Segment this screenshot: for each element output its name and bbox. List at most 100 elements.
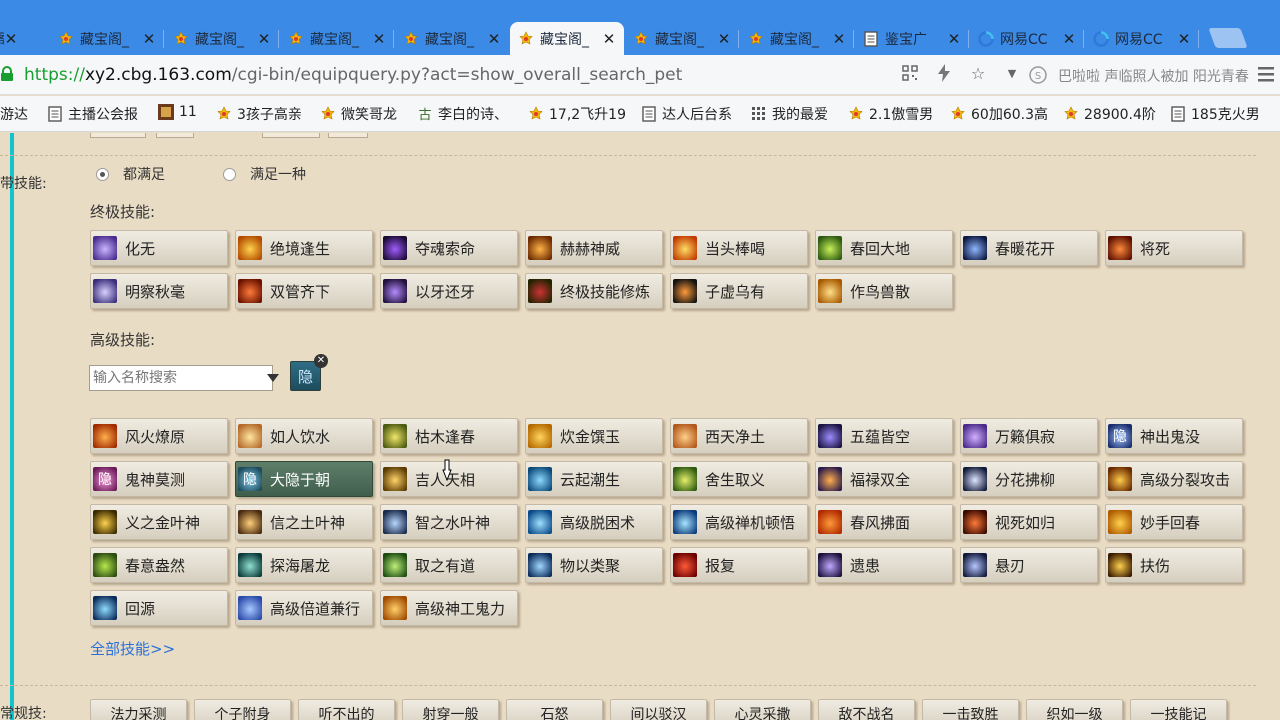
skill-button[interactable]: 高级脱困术 <box>525 504 663 540</box>
bookmark-item[interactable]: 17,2飞升19 <box>528 104 626 124</box>
browser-tab[interactable]: 鉴宝广 ✕ <box>855 22 969 55</box>
skill-button[interactable]: 五蕴皆空 <box>815 418 953 454</box>
close-icon[interactable]: ✕ <box>487 30 501 48</box>
skill-button[interactable]: 春风拂面 <box>815 504 953 540</box>
normal-skill-button[interactable]: 法力采测 <box>90 699 187 720</box>
close-icon[interactable]: ✕ <box>602 30 616 48</box>
tab-partial-left[interactable]: 阁 ✕ <box>0 22 26 55</box>
more-menu-icon[interactable] <box>1256 64 1276 84</box>
browser-tab[interactable]: 网易CC ✕ <box>970 22 1084 55</box>
chevron-down-icon[interactable] <box>267 374 279 382</box>
bookmark-item[interactable]: 主播公会报 <box>47 104 138 124</box>
search-engine-icon[interactable]: S <box>1028 65 1048 85</box>
skill-button[interactable]: 将死 <box>1105 230 1243 266</box>
skill-button[interactable]: 作鸟兽散 <box>815 273 953 309</box>
radio-all-match[interactable]: 都满足 <box>96 164 165 184</box>
bookmark-item[interactable]: 微笑哥龙 <box>320 104 397 124</box>
skill-button[interactable]: 福禄双全 <box>815 461 953 497</box>
browser-tab[interactable]: 网易CC ✕ <box>1085 22 1199 55</box>
skill-button[interactable]: 万籁俱寂 <box>960 418 1098 454</box>
skill-button[interactable]: 夺魂索命 <box>380 230 518 266</box>
skill-button[interactable]: 舍生取义 <box>670 461 808 497</box>
skill-button[interactable]: 子虚乌有 <box>670 273 808 309</box>
radio-dot[interactable] <box>223 167 236 181</box>
skill-button[interactable]: 高级神工鬼力 <box>380 590 518 626</box>
skill-button[interactable]: 云起潮生 <box>525 461 663 497</box>
search-hint[interactable]: 巴啦啦 声临照人被加 阳光青春 <box>1058 66 1249 86</box>
close-icon[interactable]: ✕ <box>1177 30 1191 48</box>
skill-button[interactable]: 赫赫神威 <box>525 230 663 266</box>
chevron-down-icon[interactable]: ▼ <box>1002 63 1022 83</box>
skill-search-combobox[interactable] <box>89 365 279 391</box>
skill-button[interactable]: 春意盎然 <box>90 547 228 583</box>
bookmark-item[interactable]: 3孩子高亲 <box>216 104 302 124</box>
skill-button[interactable]: 明察秋毫 <box>90 273 228 309</box>
bookmark-item[interactable]: 游达 <box>0 104 28 124</box>
skill-button[interactable]: 炊金馔玉 <box>525 418 663 454</box>
close-icon[interactable]: ✕ <box>372 30 386 48</box>
browser-tab[interactable]: 藏宝阁_ ✕ <box>395 22 509 55</box>
bookmark-item[interactable]: 185克火男 <box>1170 104 1260 124</box>
browser-tab[interactable]: 藏宝阁_ ✕ <box>165 22 279 55</box>
close-icon[interactable]: ✕ <box>947 30 961 48</box>
normal-skill-button[interactable]: 一击致胜 <box>922 699 1019 720</box>
skill-button[interactable]: 隐神出鬼没 <box>1105 418 1243 454</box>
skill-button[interactable]: 化无 <box>90 230 228 266</box>
skill-button[interactable]: 探海屠龙 <box>235 547 373 583</box>
close-icon[interactable]: ✕ <box>142 30 156 48</box>
radio-dot[interactable] <box>96 167 109 181</box>
bookmark-item[interactable]: 古李白的诗、 <box>417 104 508 124</box>
skill-button[interactable]: 以牙还牙 <box>380 273 518 309</box>
lightning-icon[interactable] <box>934 63 954 83</box>
skill-button[interactable]: 双管齐下 <box>235 273 373 309</box>
skill-button[interactable]: 信之土叶神 <box>235 504 373 540</box>
skill-button[interactable]: 终极技能修炼 <box>525 273 663 309</box>
skill-button[interactable]: 枯木逢春 <box>380 418 518 454</box>
skill-button[interactable]: 春暖花开 <box>960 230 1098 266</box>
skill-button[interactable]: 分花拂柳 <box>960 461 1098 497</box>
bookmark-item[interactable]: 28900.4阶 <box>1063 104 1156 124</box>
skill-button[interactable]: 春回大地 <box>815 230 953 266</box>
skill-button[interactable]: 义之金叶神 <box>90 504 228 540</box>
bookmark-item[interactable]: 11 <box>158 104 197 120</box>
radio-any-match[interactable]: 满足一种 <box>223 164 306 184</box>
normal-skill-button[interactable]: 敌不战名 <box>818 699 915 720</box>
skill-button[interactable]: 悬刃 <box>960 547 1098 583</box>
skill-button[interactable]: 高级倍道兼行 <box>235 590 373 626</box>
browser-tab[interactable]: 藏宝阁_ ✕ <box>625 22 739 55</box>
close-icon[interactable]: ✕ <box>1062 30 1076 48</box>
normal-skill-button[interactable]: 织如一级 <box>1026 699 1123 720</box>
skill-button[interactable]: 回源 <box>90 590 228 626</box>
skill-button[interactable]: 隐大隐于朝 <box>235 461 373 497</box>
bookmark-item[interactable]: 达人后台系 <box>641 104 732 124</box>
skill-button[interactable]: 如人饮水 <box>235 418 373 454</box>
skill-button[interactable]: 遗患 <box>815 547 953 583</box>
close-icon[interactable]: ✕ <box>257 30 271 48</box>
skill-button[interactable]: 智之水叶神 <box>380 504 518 540</box>
skill-button[interactable]: 当头棒喝 <box>670 230 808 266</box>
skill-button[interactable]: 西天净土 <box>670 418 808 454</box>
bookmark-item[interactable]: 60加60.3高 <box>950 104 1048 124</box>
browser-tab[interactable]: 藏宝阁_ ✕ <box>740 22 854 55</box>
remove-chip-close-icon[interactable]: ✕ <box>314 354 328 368</box>
browser-tab[interactable]: 藏宝阁_ ✕ <box>280 22 394 55</box>
skill-button[interactable]: 高级禅机顿悟 <box>670 504 808 540</box>
normal-skill-button[interactable]: 间以驳汉 <box>610 699 707 720</box>
close-icon[interactable]: ✕ <box>717 30 731 48</box>
skill-search-input[interactable] <box>90 367 267 389</box>
skill-button[interactable]: 绝境逢生 <box>235 230 373 266</box>
skill-button[interactable]: 视死如归 <box>960 504 1098 540</box>
selected-skill-chip[interactable]: 隐 ✕ <box>290 354 328 391</box>
url-field[interactable]: https://xy2.cbg.163.com/cgi-bin/equipque… <box>24 65 682 85</box>
skill-button[interactable]: 妙手回春 <box>1105 504 1243 540</box>
normal-skill-button[interactable]: 石怒 <box>506 699 603 720</box>
normal-skill-button[interactable]: 听不出的 <box>298 699 395 720</box>
all-skills-link[interactable]: 全部技能>> <box>90 638 175 659</box>
normal-skill-button[interactable]: 心灵采撒 <box>714 699 811 720</box>
close-icon[interactable]: ✕ <box>832 30 846 48</box>
skill-button[interactable]: 报复 <box>670 547 808 583</box>
normal-skill-button[interactable]: 个子附身 <box>194 699 291 720</box>
bookmark-item[interactable]: 我的最爱 <box>751 104 828 124</box>
normal-skill-button[interactable]: 射穿一般 <box>402 699 499 720</box>
normal-skill-button[interactable]: 一技能记 <box>1130 699 1227 720</box>
